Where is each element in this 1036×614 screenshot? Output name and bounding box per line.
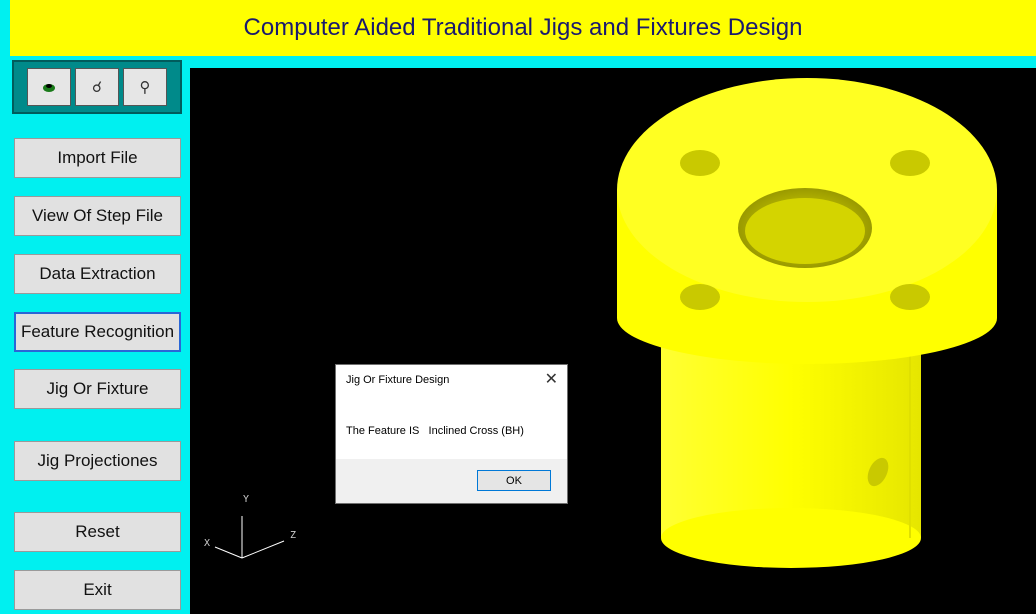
app-title-bar: Computer Aided Traditional Jigs and Fixt… <box>10 0 1036 56</box>
zoom-icon: ⚲ <box>139 79 151 96</box>
reset-button[interactable]: Reset <box>14 512 181 552</box>
message-dialog: Jig Or Fixture Design ✕ The Feature IS I… <box>335 364 568 504</box>
jig-or-fixture-button[interactable]: Jig Or Fixture <box>14 369 181 409</box>
dialog-title: Jig Or Fixture Design <box>346 374 450 386</box>
bolt-hole <box>680 284 720 310</box>
3d-viewport[interactable]: Y X Z <box>190 68 1036 614</box>
axis-y-label: Y <box>243 494 250 505</box>
flange-body <box>617 78 997 364</box>
rotate-button[interactable] <box>27 68 71 106</box>
axis-triad <box>214 516 285 559</box>
app-title: Computer Aided Traditional Jigs and Fixt… <box>243 14 803 41</box>
pan-button[interactable]: ☌ <box>75 68 119 106</box>
view-step-file-button[interactable]: View Of Step File <box>14 196 181 236</box>
import-file-button[interactable]: Import File <box>14 138 181 178</box>
flange-model <box>214 78 997 568</box>
jig-projectiones-button[interactable]: Jig Projectiones <box>14 441 181 481</box>
zoom-button[interactable]: ⚲ <box>123 68 167 106</box>
axis-z-label: Z <box>290 530 297 541</box>
bolt-hole <box>890 150 930 176</box>
bolt-hole <box>890 284 930 310</box>
dialog-footer: OK <box>336 459 567 503</box>
feature-recognition-button[interactable]: Feature Recognition <box>14 312 181 352</box>
close-icon[interactable]: ✕ <box>545 369 558 389</box>
bolt-hole <box>680 150 720 176</box>
axis-x-label: X <box>204 538 211 549</box>
view-toolbar: ☌ ⚲ <box>12 60 182 114</box>
ok-button[interactable]: OK <box>477 470 551 491</box>
data-extraction-button[interactable]: Data Extraction <box>14 254 181 294</box>
rotate-icon <box>43 84 55 92</box>
pan-icon: ☌ <box>91 79 103 96</box>
exit-button[interactable]: Exit <box>14 570 181 610</box>
dialog-message: The Feature IS Inclined Cross (BH) <box>346 425 524 437</box>
